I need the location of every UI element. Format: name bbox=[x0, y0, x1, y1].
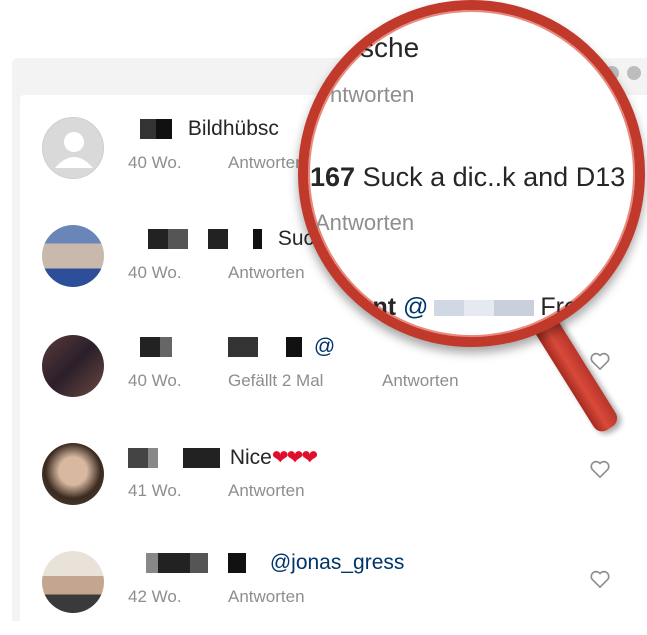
reply-button[interactable]: Antworten bbox=[228, 481, 305, 501]
like-count[interactable]: Gefällt 2 Mal bbox=[228, 371, 323, 391]
redacted-username bbox=[128, 229, 268, 250]
user-avatar[interactable] bbox=[42, 335, 104, 397]
magnified-text: sche bbox=[360, 32, 420, 63]
comment-text: Bildhübsc bbox=[128, 117, 279, 141]
magnified-comment: 167 Suck a dic..k and D13 bbox=[310, 162, 625, 193]
comment-text: @jonas_gress bbox=[128, 551, 404, 575]
comment-message: Bildhübsc bbox=[187, 117, 279, 140]
comment-text: Suc bbox=[128, 227, 314, 251]
comment-age: 40 Wo. bbox=[128, 263, 182, 282]
comment-item: Nice❤❤❤ 41 Wo. Antworten bbox=[20, 425, 647, 525]
comment-age: 42 Wo. bbox=[128, 587, 182, 606]
redacted-username bbox=[128, 337, 308, 358]
redacted-username bbox=[434, 300, 535, 317]
heart-outline-icon[interactable] bbox=[589, 351, 611, 371]
user-avatar[interactable] bbox=[42, 551, 104, 613]
user-avatar[interactable] bbox=[42, 443, 104, 505]
comment-text: Nice❤❤❤ bbox=[128, 445, 318, 470]
magnified-comment: shunt @ Fre bbox=[328, 293, 578, 322]
magnified-content: sche ntworten 167 Suck a dic..k and D13 … bbox=[308, 10, 635, 337]
reply-button[interactable]: Antworten bbox=[228, 263, 305, 283]
comment-age: 40 Wo. bbox=[128, 153, 182, 172]
heart-emoji: ❤❤❤ bbox=[271, 447, 318, 469]
comment-text: @ bbox=[128, 335, 335, 359]
redacted-username bbox=[128, 553, 264, 574]
magnified-reply: Antworten bbox=[315, 210, 415, 235]
comment-mention[interactable]: @ bbox=[314, 335, 335, 358]
comment-age: 40 Wo. bbox=[128, 371, 182, 390]
default-avatar-icon[interactable] bbox=[42, 117, 104, 179]
reply-button[interactable]: Antworten bbox=[228, 587, 305, 607]
reply-button[interactable]: Antworten bbox=[382, 371, 459, 391]
magnified-comment-text: Suck a dic..k and D13 bbox=[362, 162, 626, 192]
magnified-reply: ntworten bbox=[330, 82, 415, 107]
comment-mention[interactable]: @jonas_gress bbox=[270, 551, 405, 574]
reply-button[interactable]: Antworten bbox=[228, 153, 305, 173]
magnified-username: shunt bbox=[328, 293, 397, 321]
comment-item: @jonas_gress 42 Wo. Antworten bbox=[20, 535, 647, 635]
redacted-username bbox=[128, 119, 178, 140]
magnifier-lens: sche ntworten 167 Suck a dic..k and D13 … bbox=[298, 0, 645, 347]
magnified-mention: @ bbox=[403, 293, 429, 321]
user-avatar[interactable] bbox=[42, 225, 104, 287]
magnified-text: Fre bbox=[540, 293, 578, 321]
comment-age: 41 Wo. bbox=[128, 481, 182, 500]
redacted-username bbox=[128, 448, 224, 469]
magnified-count: 167 bbox=[310, 162, 356, 192]
comment-message: Nice bbox=[229, 446, 272, 469]
heart-outline-icon[interactable] bbox=[589, 569, 611, 589]
heart-outline-icon[interactable] bbox=[589, 459, 611, 479]
